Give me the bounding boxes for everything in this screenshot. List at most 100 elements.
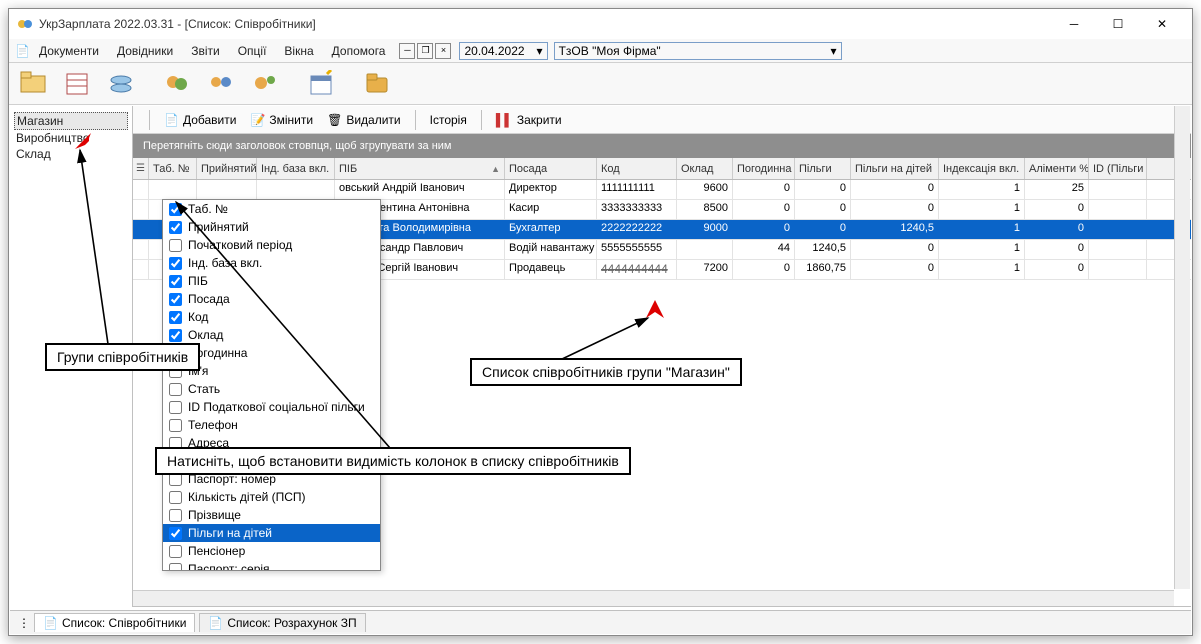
column-chooser-item[interactable]: Пенсіонер: [163, 542, 380, 560]
checkbox[interactable]: [169, 545, 182, 558]
column-chooser-item[interactable]: Таб. №: [163, 200, 380, 218]
toolbar-btn-5[interactable]: [203, 66, 239, 102]
menu-documents[interactable]: Документи: [31, 42, 107, 60]
column-chooser-item[interactable]: Оклад: [163, 326, 380, 344]
edit-button[interactable]: 📝Змінити: [244, 111, 319, 129]
checkbox[interactable]: [169, 401, 182, 414]
checkbox[interactable]: [169, 491, 182, 504]
checkbox[interactable]: [169, 563, 182, 572]
column-header[interactable]: Пільги на дітей: [851, 158, 939, 179]
checkbox[interactable]: [169, 311, 182, 324]
group-by-bar[interactable]: Перетягніть сюди заголовок стовпця, щоб …: [133, 134, 1191, 158]
checkbox[interactable]: [169, 383, 182, 396]
toolbar-btn-8[interactable]: [359, 66, 395, 102]
column-chooser-item[interactable]: Кількість дітей (ПСП): [163, 488, 380, 506]
mdi-minimize-icon[interactable]: ─: [399, 43, 415, 59]
column-chooser-label: Посада: [188, 292, 230, 306]
table-row[interactable]: овський Андрій ІвановичДиректор111111111…: [133, 180, 1191, 200]
tree-node-sklad[interactable]: Склад: [14, 146, 128, 162]
window-title: УкрЗарплата 2022.03.31 - [Список: Співро…: [39, 17, 1052, 31]
menu-reports[interactable]: Звіти: [183, 42, 228, 60]
mdi-restore-icon[interactable]: ❐: [417, 43, 433, 59]
table-cell: Касир: [505, 200, 597, 219]
checkbox[interactable]: [169, 527, 182, 540]
checkbox[interactable]: [169, 509, 182, 522]
column-chooser-item[interactable]: ID Податкової соціальної пільги: [163, 398, 380, 416]
date-picker[interactable]: 20.04.2022 ▾: [459, 42, 547, 60]
column-header[interactable]: ПІБ▲: [335, 158, 505, 179]
column-chooser-item[interactable]: Стать: [163, 380, 380, 398]
column-chooser-label: Код: [188, 310, 208, 324]
column-header[interactable]: Таб. №: [149, 158, 197, 179]
table-cell: 1: [939, 200, 1025, 219]
menu-windows[interactable]: Вікна: [276, 42, 321, 60]
checkbox[interactable]: [169, 203, 182, 216]
column-chooser-button[interactable]: ☰: [133, 158, 149, 179]
table-cell: [1089, 240, 1147, 259]
mdi-close-icon[interactable]: ×: [435, 43, 451, 59]
menu-help[interactable]: Допомога: [324, 42, 394, 60]
column-chooser-item[interactable]: Код: [163, 308, 380, 326]
maximize-button[interactable]: ☐: [1096, 10, 1140, 38]
vertical-scrollbar[interactable]: [1174, 106, 1190, 589]
tree-node-virobnictvo[interactable]: Виробництво: [14, 130, 128, 146]
column-chooser-item[interactable]: Пільги на дітей: [163, 524, 380, 542]
toolbar-btn-3[interactable]: [103, 66, 139, 102]
company-value: ТзОВ "Моя Фірма": [559, 44, 661, 58]
column-chooser-item[interactable]: Телефон: [163, 416, 380, 434]
table-cell: [677, 240, 733, 259]
checkbox[interactable]: [169, 221, 182, 234]
date-value: 20.04.2022: [464, 44, 524, 58]
toolbar-btn-7[interactable]: [303, 66, 339, 102]
column-chooser-item[interactable]: Посада: [163, 290, 380, 308]
table-cell: 0: [851, 260, 939, 279]
table-cell: 4444444444: [597, 260, 677, 279]
column-header[interactable]: Пільги: [795, 158, 851, 179]
column-chooser-label: Інд. база вкл.: [188, 256, 262, 270]
checkbox[interactable]: [169, 239, 182, 252]
column-chooser-item[interactable]: Початковий період: [163, 236, 380, 254]
tab-calculation[interactable]: 📄Список: Розрахунок ЗП: [199, 613, 365, 632]
column-header[interactable]: Інд. база вкл.: [257, 158, 335, 179]
company-combo[interactable]: ТзОВ "Моя Фірма" ▾: [554, 42, 842, 60]
column-chooser-item[interactable]: Паспорт: серія: [163, 560, 380, 571]
checkbox[interactable]: [169, 293, 182, 306]
column-header[interactable]: Аліменти %: [1025, 158, 1089, 179]
column-header[interactable]: Індексація вкл.: [939, 158, 1025, 179]
table-cell: 0: [795, 220, 851, 239]
horizontal-scrollbar[interactable]: [133, 590, 1174, 606]
close-button[interactable]: ✕: [1140, 10, 1184, 38]
toolbar-btn-4[interactable]: [159, 66, 195, 102]
table-cell: 3333333333: [597, 200, 677, 219]
app-icon: [17, 16, 33, 32]
column-chooser-item[interactable]: Інд. база вкл.: [163, 254, 380, 272]
toolbar-btn-2[interactable]: [59, 66, 95, 102]
checkbox[interactable]: [169, 275, 182, 288]
tree-node-magazin[interactable]: Магазин: [14, 112, 128, 130]
column-header[interactable]: Код: [597, 158, 677, 179]
add-button[interactable]: 📄Добавити: [158, 111, 242, 129]
menu-dictionaries[interactable]: Довідники: [109, 42, 181, 60]
table-cell: [149, 180, 197, 199]
toolbar-btn-1[interactable]: [15, 66, 51, 102]
checkbox[interactable]: [169, 419, 182, 432]
column-chooser-item[interactable]: ПІБ: [163, 272, 380, 290]
minimize-button[interactable]: ─: [1052, 10, 1096, 38]
tab-employees[interactable]: 📄Список: Співробітники: [34, 613, 195, 632]
table-cell: 0: [1025, 200, 1089, 219]
column-header[interactable]: Погодинна: [733, 158, 795, 179]
checkbox[interactable]: [169, 329, 182, 342]
column-header[interactable]: Посада: [505, 158, 597, 179]
close-panel-button[interactable]: ▌▌Закрити: [490, 111, 568, 129]
history-button[interactable]: Історія: [424, 111, 473, 129]
column-chooser-item[interactable]: Прийнятий: [163, 218, 380, 236]
column-header[interactable]: Оклад: [677, 158, 733, 179]
checkbox[interactable]: [169, 257, 182, 270]
column-header[interactable]: ID (Пільги: [1089, 158, 1147, 179]
menu-options[interactable]: Опції: [230, 42, 275, 60]
toolbar-btn-6[interactable]: [247, 66, 283, 102]
column-header[interactable]: Прийнятий: [197, 158, 257, 179]
delete-button[interactable]: 🗑Видалити: [321, 111, 407, 129]
table-cell: Директор: [505, 180, 597, 199]
column-chooser-item[interactable]: Прізвище: [163, 506, 380, 524]
